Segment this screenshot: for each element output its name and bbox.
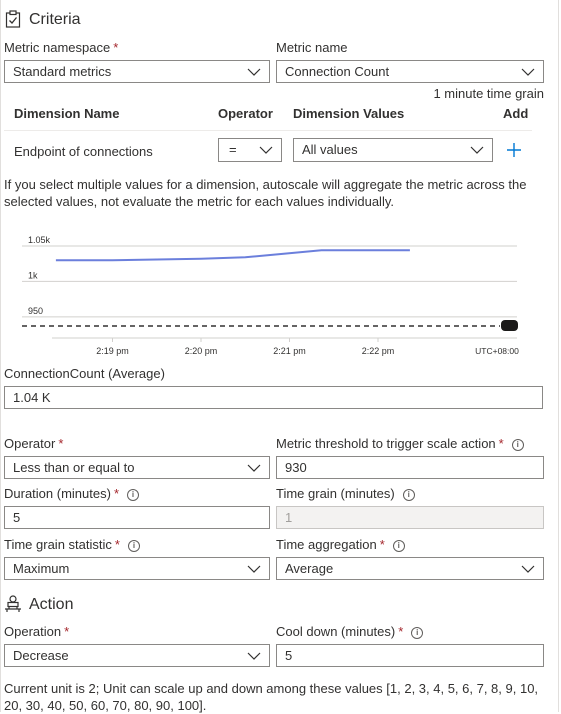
chart-x-tick-label: 2:22 pm bbox=[362, 346, 395, 356]
metric-namespace-dropdown[interactable]: Standard metrics bbox=[4, 60, 270, 83]
info-icon[interactable]: i bbox=[411, 627, 424, 639]
operation-dropdown[interactable]: Decrease bbox=[4, 644, 270, 667]
metric-namespace-value: Standard metrics bbox=[13, 64, 112, 79]
cool-down-label: Cool down (minutes) * i bbox=[276, 624, 424, 639]
metric-name-label: Metric name bbox=[276, 40, 348, 55]
chart-x-tick-label: 2:21 pm bbox=[273, 346, 306, 356]
time-grain-statistic-value: Maximum bbox=[13, 561, 70, 576]
time-aggregation-label: Time aggregation * i bbox=[276, 537, 405, 552]
chevron-down-icon bbox=[247, 68, 261, 76]
operator-value: Less than or equal to bbox=[13, 460, 135, 475]
dimension-operator-dropdown[interactable]: = bbox=[218, 138, 282, 162]
operation-label: Operation * bbox=[4, 624, 70, 639]
dimension-row-name: Endpoint of connections bbox=[14, 144, 153, 159]
info-icon[interactable]: i bbox=[392, 540, 405, 552]
cool-down-value: 5 bbox=[285, 648, 293, 663]
time-grain-statistic-label: Time grain statistic * i bbox=[4, 537, 140, 552]
metric-chart-svg: 1.05k 1k 950 2:19 pm 2:20 pm 2:21 pm 2:22 pm UT… bbox=[22, 235, 519, 356]
chevron-down-icon bbox=[521, 565, 535, 573]
chart-y-tick-label: 1k bbox=[28, 270, 38, 280]
time-grain-statistic-dropdown[interactable]: Maximum bbox=[4, 557, 270, 580]
table-divider bbox=[4, 130, 532, 131]
chevron-down-icon bbox=[247, 565, 261, 573]
current-metric-label: ConnectionCount (Average) bbox=[4, 366, 165, 381]
current-metric-value-box: 1.04 K bbox=[4, 386, 543, 409]
info-icon[interactable]: i bbox=[127, 489, 139, 501]
metric-name-value: Connection Count bbox=[285, 64, 390, 79]
cool-down-input[interactable]: 5 bbox=[276, 644, 544, 667]
operator-header: Operator bbox=[218, 106, 273, 121]
operation-value: Decrease bbox=[13, 648, 69, 663]
info-icon[interactable]: i bbox=[127, 540, 140, 552]
add-header: Add bbox=[503, 106, 529, 121]
chart-series-line bbox=[55, 249, 410, 262]
time-aggregation-value: Average bbox=[285, 561, 334, 576]
operator-dropdown[interactable]: Less than or equal to bbox=[4, 456, 270, 479]
chart-timezone-label: UTC+08:00 bbox=[475, 346, 519, 356]
chart-y-tick-label: 1.05k bbox=[28, 235, 51, 245]
chart-threshold-marker bbox=[501, 320, 518, 331]
time-grain-label: Time grain (minutes) i bbox=[276, 486, 415, 501]
duration-label: Duration (minutes) * i bbox=[4, 486, 139, 501]
action-title: Action bbox=[29, 596, 74, 613]
criteria-title: Criteria bbox=[29, 11, 81, 28]
metric-name-dropdown[interactable]: Connection Count bbox=[276, 60, 544, 83]
add-dimension-plus-icon[interactable] bbox=[506, 142, 522, 158]
threshold-input[interactable]: 930 bbox=[276, 456, 544, 479]
operator-label: Operator * bbox=[4, 436, 64, 451]
chevron-down-icon bbox=[521, 68, 535, 76]
chart-x-tick-label: 2:20 pm bbox=[185, 346, 218, 356]
chart-y-tick-label: 950 bbox=[28, 306, 43, 316]
time-aggregation-dropdown[interactable]: Average bbox=[276, 557, 544, 580]
info-icon[interactable]: i bbox=[402, 489, 415, 501]
dimension-values-header: Dimension Values bbox=[293, 106, 405, 121]
criteria-icon bbox=[5, 10, 21, 28]
duration-input[interactable]: 5 bbox=[4, 506, 270, 529]
time-grain-input: 1 bbox=[276, 506, 544, 529]
chevron-down-icon bbox=[259, 146, 273, 154]
dimension-values-dropdown[interactable]: All values bbox=[293, 138, 493, 162]
dimension-name-header: Dimension Name bbox=[14, 106, 120, 121]
dimension-values-value: All values bbox=[302, 142, 358, 157]
metric-chart: 1.05k 1k 950 2:19 pm 2:20 pm 2:21 pm 2:22 pm UT… bbox=[0, 222, 561, 362]
action-icon bbox=[4, 594, 22, 614]
unit-range-note: Current unit is 2; Unit can scale up and… bbox=[4, 681, 539, 713]
chevron-down-icon bbox=[470, 146, 484, 154]
multi-value-note: If you select multiple values for a dime… bbox=[4, 177, 527, 209]
time-grain-note: 1 minute time grain bbox=[433, 86, 544, 101]
info-icon[interactable]: i bbox=[511, 439, 524, 451]
chevron-down-icon bbox=[247, 464, 261, 472]
threshold-label: Metric threshold to trigger scale action… bbox=[276, 436, 524, 451]
chevron-down-icon bbox=[247, 652, 261, 660]
duration-value: 5 bbox=[13, 510, 21, 525]
chart-x-tick-label: 2:19 pm bbox=[96, 346, 129, 356]
threshold-value: 930 bbox=[285, 460, 307, 475]
dimension-operator-value: = bbox=[229, 142, 237, 157]
time-grain-value: 1 bbox=[285, 510, 293, 525]
current-metric-value: 1.04 K bbox=[13, 390, 51, 405]
metric-namespace-label: Metric namespace * bbox=[4, 40, 119, 55]
